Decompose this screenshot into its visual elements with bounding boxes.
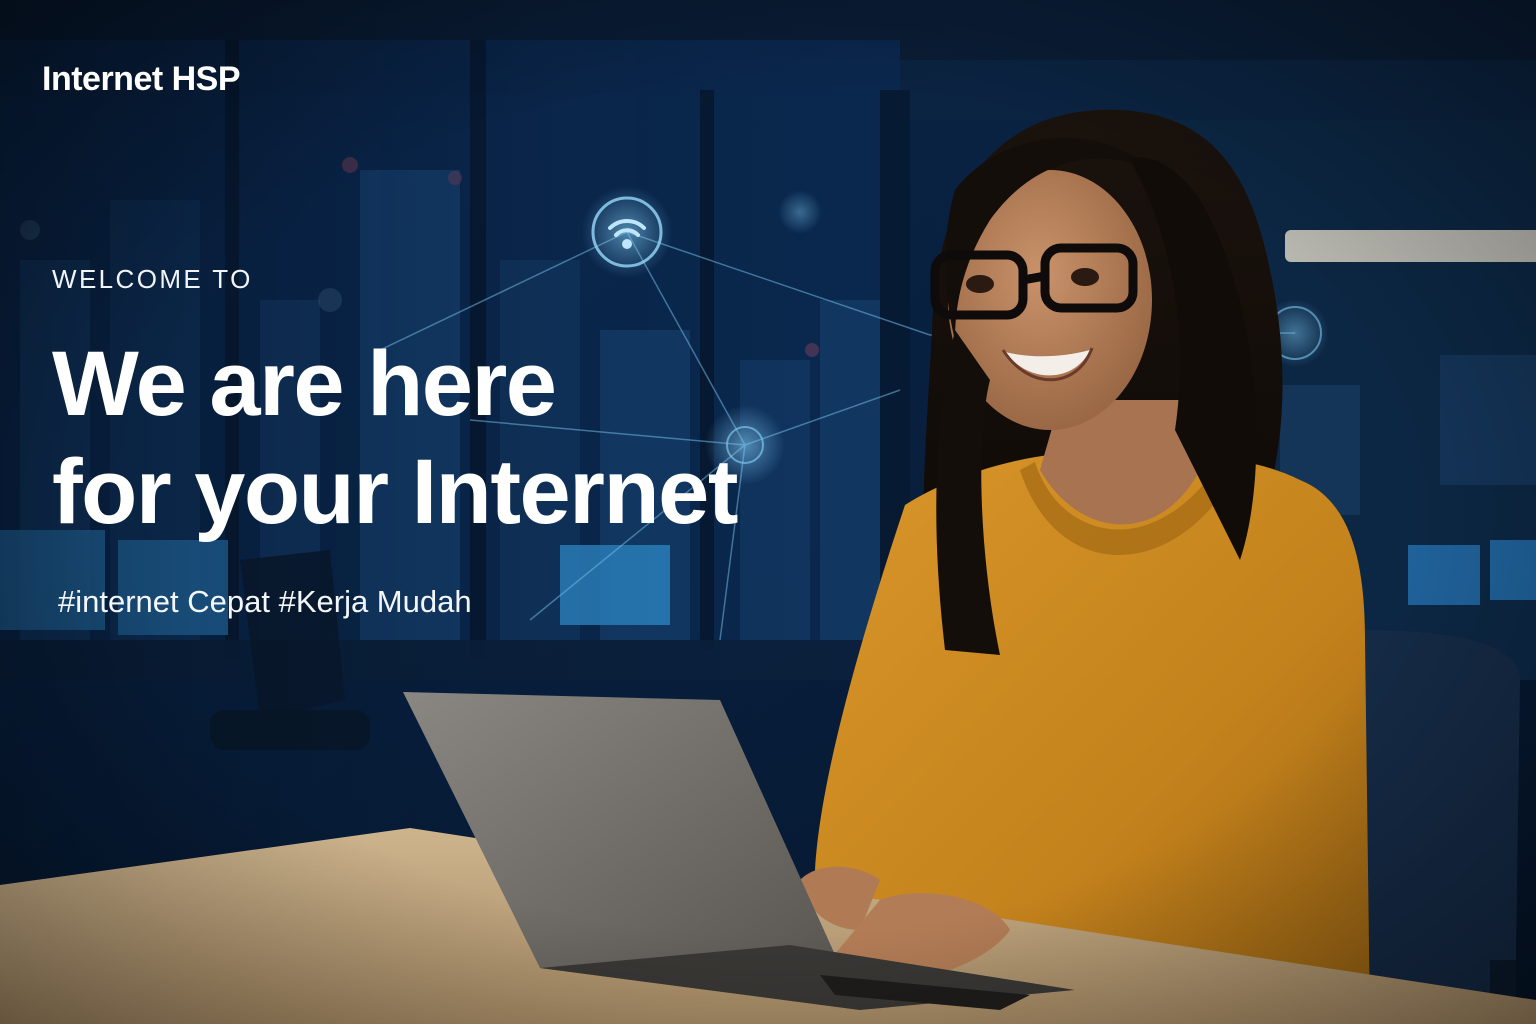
hero-eyebrow: WELCOME TO bbox=[52, 264, 253, 294]
hero-headline-line-1: We are here bbox=[52, 333, 557, 435]
hero-tagline: #internet Cepat #Kerja Mudah bbox=[58, 584, 472, 619]
hero-headline-line-2: for your Internet bbox=[52, 441, 738, 543]
brand-logo-text[interactable]: Internet HSP bbox=[42, 62, 241, 96]
hero-headline: We are here for your Internet bbox=[52, 330, 872, 546]
hero-banner: Internet HSP WELCOME TO We are here for … bbox=[0, 0, 1536, 1024]
